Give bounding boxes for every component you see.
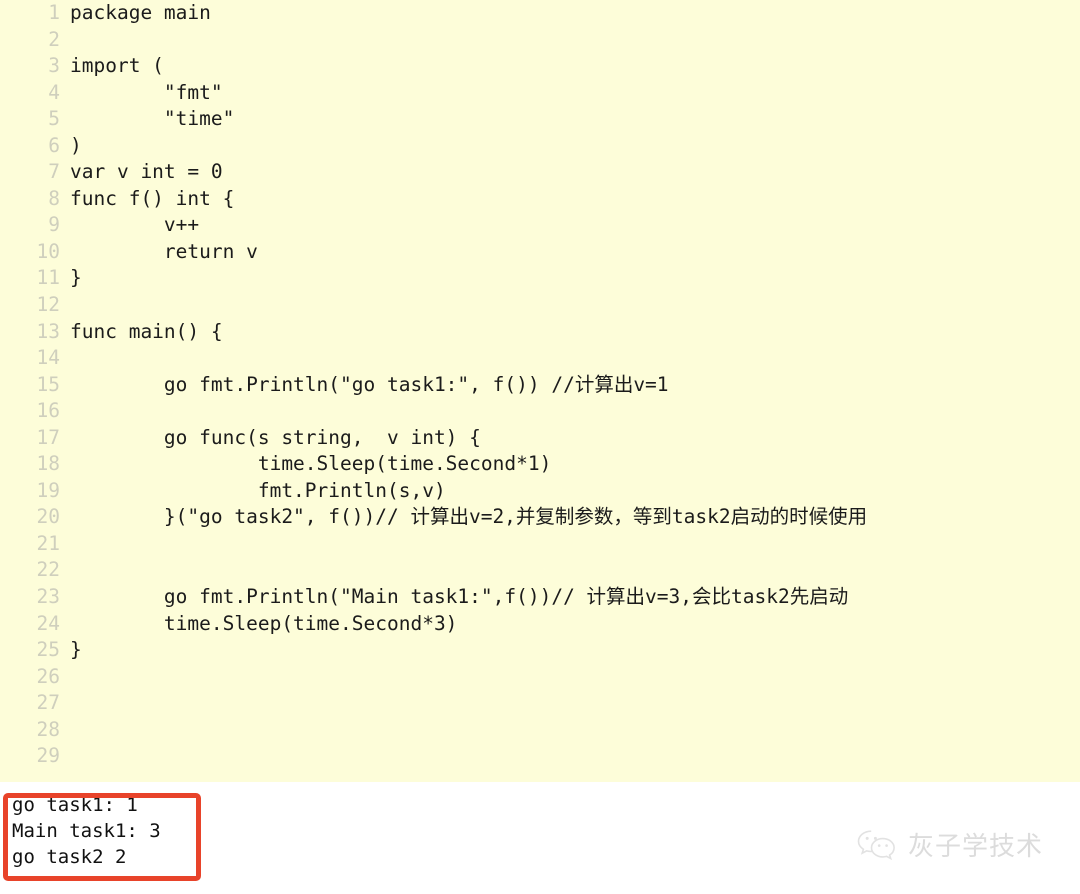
line-number: 28 xyxy=(36,717,60,741)
code-line: 23 go fmt.Println("Main task1:",f())// 计… xyxy=(0,584,1080,611)
code-line: 8 func f() int { xyxy=(0,186,1080,213)
code-text: time.Sleep(time.Second*3) xyxy=(70,611,458,635)
code-line: 6) xyxy=(0,133,1080,160)
code-text: fmt.Println(s,v) xyxy=(70,478,446,502)
line-number: 18 xyxy=(36,452,60,476)
code-line: 11} xyxy=(0,265,1080,292)
code-line: 2 xyxy=(0,27,1080,54)
line-number: 1 xyxy=(48,1,60,24)
code-text: go fmt.Println("Main task1:",f())// 计算出v… xyxy=(70,585,849,609)
line-number: 2 xyxy=(48,27,60,51)
code-line: 13 func main() { xyxy=(0,319,1080,346)
line-number: 29 xyxy=(36,744,60,768)
code-line: 17 go func(s string, v int) { xyxy=(0,425,1080,452)
line-number: 3 xyxy=(48,54,60,78)
code-text: func f() int { xyxy=(70,186,235,210)
output-line: Main task1: 3 xyxy=(12,820,161,842)
line-number: 10 xyxy=(36,239,60,263)
code-line: 9 v++ xyxy=(0,212,1080,239)
code-line: 14 xyxy=(0,345,1080,372)
line-number: 15 xyxy=(36,372,60,396)
code-text: go fmt.Println("go task1:", f()) //计算出v=… xyxy=(70,372,669,396)
line-number: 7 xyxy=(48,160,60,184)
line-number: 5 xyxy=(48,107,60,131)
line-number: 14 xyxy=(36,346,60,370)
line-number: 8 xyxy=(48,186,60,210)
code-text: "time" xyxy=(70,107,235,131)
watermark: 灰子学技术 xyxy=(855,826,1043,863)
code-text: var v int = 0 xyxy=(70,160,223,184)
line-number: 27 xyxy=(36,691,60,715)
line-number: 20 xyxy=(36,505,60,529)
code-line: 3 import ( xyxy=(0,53,1080,80)
line-number: 25 xyxy=(36,638,60,662)
code-line: 22 xyxy=(0,557,1080,584)
output-line: go task1: 1 xyxy=(12,794,138,816)
code-line: 4 "fmt" xyxy=(0,80,1080,107)
line-number: 24 xyxy=(36,611,60,635)
code-text: return v xyxy=(70,239,258,263)
code-line: 26 xyxy=(0,664,1080,691)
line-number: 13 xyxy=(36,319,60,343)
line-number: 4 xyxy=(48,80,60,104)
line-number: 16 xyxy=(36,399,60,423)
code-text: v++ xyxy=(70,213,200,237)
code-line: 20 }("go task2", f())// 计算出v=2,并复制参数，等到t… xyxy=(0,504,1080,531)
code-text: } xyxy=(70,638,82,662)
code-line: 24 time.Sleep(time.Second*3) xyxy=(0,611,1080,638)
code-line: 10 return v xyxy=(0,239,1080,266)
code-line: 29 xyxy=(0,743,1080,770)
line-number: 21 xyxy=(36,531,60,555)
wechat-logo-icon xyxy=(855,828,899,862)
line-number: 19 xyxy=(36,478,60,502)
code-text: go func(s string, v int) { xyxy=(70,425,481,449)
watermark-text: 灰子学技术 xyxy=(908,832,1044,862)
code-line: 7 var v int = 0 xyxy=(0,159,1080,186)
program-output-box: go task1: 1 Main task1: 3 go task2 2 xyxy=(3,793,201,881)
code-line: 21 xyxy=(0,531,1080,558)
code-line: 1 package main xyxy=(0,0,1080,27)
code-text: } xyxy=(70,266,82,290)
code-text: "fmt" xyxy=(70,80,223,104)
line-number: 17 xyxy=(36,425,60,449)
code-editor-pane: 1 package main 2 3 import (4 "fmt" 5 "time" 6)… xyxy=(0,0,1080,782)
code-text: }("go task2", f())// 计算出v=2,并复制参数，等到task… xyxy=(70,505,868,529)
program-output-lines: go task1: 1 Main task1: 3 go task2 2 xyxy=(12,794,196,870)
code-text: ) xyxy=(70,133,82,157)
code-line: 16 xyxy=(0,398,1080,425)
code-line: 12 xyxy=(0,292,1080,319)
code-line: 25} xyxy=(0,637,1080,664)
line-number: 12 xyxy=(36,293,60,317)
code-line: 18 time.Sleep(time.Second*1) xyxy=(0,451,1080,478)
line-number: 23 xyxy=(36,585,60,609)
output-line: go task2 2 xyxy=(12,846,127,868)
line-number: 22 xyxy=(36,558,60,582)
code-line: 19 fmt.Println(s,v) xyxy=(0,478,1080,505)
code-line: 15 go fmt.Println("go task1:", f()) //计算… xyxy=(0,372,1080,399)
code-text: func main() { xyxy=(70,319,223,343)
code-text: import ( xyxy=(70,54,164,78)
code-text: package main xyxy=(70,1,211,24)
line-number: 9 xyxy=(48,213,60,237)
line-number: 26 xyxy=(36,664,60,688)
line-number: 11 xyxy=(36,266,60,290)
code-line: 28 xyxy=(0,717,1080,744)
code-text: time.Sleep(time.Second*1) xyxy=(70,452,552,476)
code-line: 5 "time" xyxy=(0,106,1080,133)
code-line: 27 xyxy=(0,690,1080,717)
line-number: 6 xyxy=(48,133,60,157)
